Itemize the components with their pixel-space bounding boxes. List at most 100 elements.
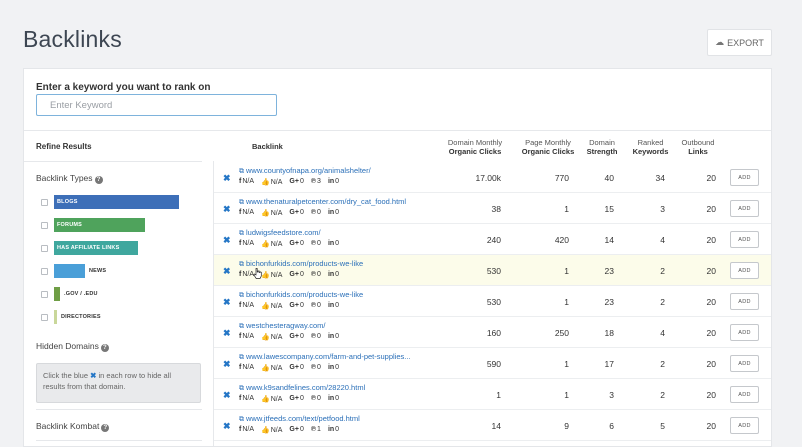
add-button[interactable]: ADD: [730, 169, 759, 186]
hidden-domains-label: Hidden Domains: [36, 341, 99, 351]
pinterest-stat: ℗0: [311, 395, 321, 403]
facebook-stat: fN/A: [239, 209, 254, 217]
backlink-type-item[interactable]: NEWS: [41, 264, 106, 278]
like-value: N/A: [270, 365, 283, 372]
external-link-icon: ⧉: [239, 354, 244, 361]
hide-domain-icon[interactable]: ✖: [223, 266, 231, 277]
pinterest-icon: ℗: [310, 395, 317, 402]
add-button[interactable]: ADD: [730, 293, 759, 310]
backlink-type-item[interactable]: BLOGS: [41, 195, 179, 209]
backlink-url[interactable]: ⧉ www.jtfeeds.com/text/petfood.html: [239, 414, 360, 424]
hide-domain-icon[interactable]: ✖: [223, 359, 231, 370]
backlink-type-label: .GOV / .EDU: [64, 291, 98, 297]
cell-domain-clicks: 590: [486, 359, 501, 369]
hide-domain-icon[interactable]: ✖: [223, 204, 231, 215]
social-stats: fN/A 👍N/A G+0 ℗0 in0: [239, 209, 339, 217]
checkbox[interactable]: [41, 198, 48, 206]
backlink-types-label: Backlink Types: [36, 173, 93, 183]
hide-domain-icon[interactable]: ✖: [223, 297, 231, 308]
checkbox[interactable]: [41, 267, 48, 275]
export-button[interactable]: ☁ EXPORT: [707, 29, 772, 56]
linkedin-value: 0: [335, 240, 340, 247]
backlink-url[interactable]: ⧉ www.lawescompany.com/farm-and-pet-suppl…: [239, 352, 411, 362]
linkedin-icon: in: [327, 240, 335, 247]
checkbox[interactable]: [41, 244, 48, 252]
gplus-stat: G+0: [289, 302, 303, 310]
checkbox[interactable]: [41, 313, 48, 321]
backlink-url[interactable]: ⧉ www.thenaturalpetcenter.com/dry_cat_foo…: [239, 197, 406, 207]
backlink-url-text: www.jtfeeds.com/text/petfood.html: [246, 414, 360, 423]
checkbox[interactable]: [41, 221, 48, 229]
col-domain-strength[interactable]: Domain Strength: [581, 138, 623, 156]
backlink-url[interactable]: ⧉ bichonfurkids.com/products-we-like: [239, 290, 363, 300]
backlink-url[interactable]: ⧉ www.k9sandfelines.com/28220.html: [239, 383, 365, 393]
thumbs-up-icon: 👍: [261, 241, 270, 248]
like-value: N/A: [270, 179, 283, 186]
thumbs-up-icon: 👍: [261, 303, 270, 310]
table-row: ✖ ⧉ ludwigsfeedstore.com/fN/A 👍N/A G+0 ℗0 in0 2…: [214, 224, 771, 255]
external-link-icon: ⧉: [239, 292, 244, 299]
hide-domain-icon[interactable]: ✖: [223, 173, 231, 184]
gplus-value: 0: [299, 426, 304, 433]
like-value: N/A: [270, 303, 283, 310]
google-plus-icon: G+: [289, 302, 299, 309]
backlink-url[interactable]: ⧉ www.countyofnapa.org/animalshelter/: [239, 166, 371, 176]
backlink-type-item[interactable]: HAS AFFILIATE LINKS: [41, 241, 138, 255]
backlink-url[interactable]: ⧉ ludwigsfeedstore.com/: [239, 228, 321, 238]
linkedin-value: 0: [335, 271, 340, 278]
add-button[interactable]: ADD: [730, 324, 759, 341]
add-button[interactable]: ADD: [730, 386, 759, 403]
backlink-type-item[interactable]: .GOV / .EDU: [41, 287, 98, 301]
add-button[interactable]: ADD: [730, 200, 759, 217]
facebook-stat: fN/A: [239, 302, 254, 310]
hide-domain-icon[interactable]: ✖: [223, 328, 231, 339]
linkedin-stat: in0: [328, 364, 339, 372]
note-text: Click the blue: [43, 371, 89, 380]
google-plus-icon: G+: [289, 333, 299, 340]
hide-domain-icon[interactable]: ✖: [223, 235, 231, 246]
facebook-stat: fN/A: [239, 178, 254, 186]
gplus-stat: G+0: [289, 240, 303, 248]
help-icon[interactable]: ?: [100, 344, 109, 352]
backlink-url-text: ludwigsfeedstore.com/: [246, 228, 321, 237]
col-ranked-keywords-line2: Keywords: [632, 147, 669, 156]
backlink-type-item[interactable]: FORUMS: [41, 218, 145, 232]
checkbox[interactable]: [41, 290, 48, 298]
add-button[interactable]: ADD: [730, 417, 759, 434]
add-button[interactable]: ADD: [730, 262, 759, 279]
table-row: ✖ ⧉ www.k9sandfelines.com/28220.html fN/A 👍N…: [214, 379, 771, 410]
linkedin-stat: in0: [328, 209, 339, 217]
add-button[interactable]: ADD: [730, 231, 759, 248]
backlink-type-bar: [54, 264, 85, 278]
like-stat: 👍N/A: [261, 395, 282, 403]
pinterest-value: 3: [317, 178, 321, 185]
col-page-clicks-line1: Page Monthly: [525, 138, 571, 147]
table-row: ✖ ⧉ www.jtfeeds.com/text/petfood.html fN/A 👍…: [214, 410, 771, 441]
col-page-clicks[interactable]: Page Monthly Organic Clicks: [518, 138, 578, 156]
add-button[interactable]: ADD: [730, 355, 759, 372]
hide-domain-icon[interactable]: ✖: [223, 421, 231, 432]
pinterest-stat: ℗0: [311, 209, 321, 217]
backlink-type-item[interactable]: DIRECTORIES: [41, 310, 101, 324]
facebook-stat: fN/A: [239, 333, 254, 341]
backlink-url[interactable]: ⧉ westchesteragway.com/: [239, 321, 325, 331]
google-plus-icon: G+: [289, 178, 299, 185]
col-ranked-keywords[interactable]: Ranked Keywords: [628, 138, 673, 156]
help-icon[interactable]: ?: [94, 176, 103, 184]
mouse-cursor-icon: [253, 268, 262, 279]
col-domain-clicks[interactable]: Domain Monthly Organic Clicks: [445, 138, 505, 156]
external-link-icon: ⧉: [239, 199, 244, 206]
gplus-stat: G+0: [289, 395, 303, 403]
help-icon[interactable]: ?: [101, 424, 110, 432]
col-outbound-links[interactable]: Outbound Links: [677, 138, 719, 156]
facebook-stat: fN/A: [239, 240, 254, 248]
cell-outbound: 20: [706, 204, 716, 214]
pinterest-stat: ℗0: [311, 240, 321, 248]
like-stat: 👍N/A: [261, 302, 282, 310]
keyword-input[interactable]: [36, 94, 277, 116]
cell-outbound: 20: [706, 359, 716, 369]
linkedin-icon: in: [327, 178, 335, 185]
like-stat: 👍N/A: [261, 240, 282, 248]
pinterest-value: 0: [317, 271, 321, 278]
hide-domain-icon[interactable]: ✖: [223, 390, 231, 401]
